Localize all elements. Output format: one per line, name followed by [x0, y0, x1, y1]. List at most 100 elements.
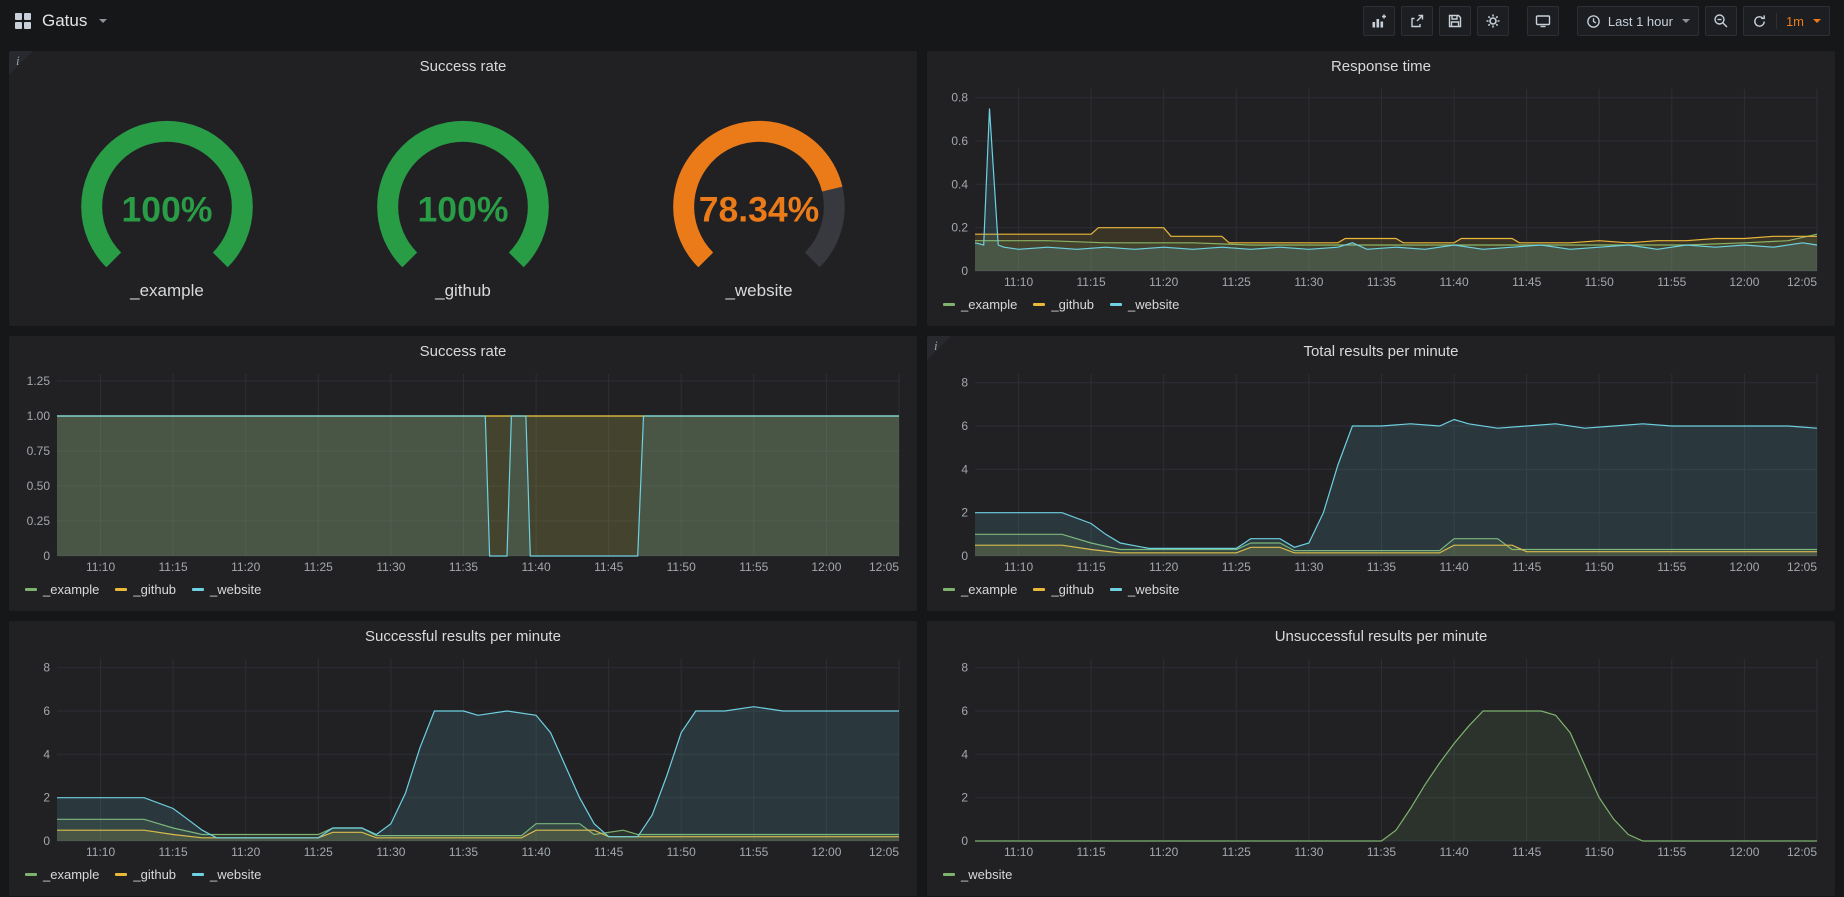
svg-text:11:25: 11:25 — [1222, 845, 1251, 859]
legend-label: _github — [133, 867, 176, 882]
chart-response-time[interactable]: 00.20.40.60.811:1011:1511:2011:2511:3011… — [937, 81, 1825, 293]
panel-title[interactable]: Success rate — [19, 51, 907, 81]
panel-grid: i Success rate 100% _example 100% _githu… — [0, 42, 1844, 897]
svg-text:11:25: 11:25 — [1222, 560, 1251, 574]
svg-text:11:50: 11:50 — [1585, 560, 1614, 574]
gauge-_example: 100% _example — [19, 102, 315, 301]
panel-title[interactable]: Successful results per minute — [19, 621, 907, 651]
legend-item-_website[interactable]: _website — [1110, 582, 1179, 597]
svg-text:8: 8 — [961, 661, 968, 675]
svg-text:0.50: 0.50 — [27, 479, 51, 493]
panel-info-corner[interactable]: i — [927, 336, 951, 360]
time-range-label: Last 1 hour — [1608, 14, 1673, 29]
legend-swatch — [25, 588, 37, 591]
gauge-row: 100% _example 100% _github 78.34% _websi… — [19, 81, 907, 321]
svg-text:12:00: 12:00 — [1729, 560, 1759, 574]
zoom-out-button[interactable] — [1705, 6, 1737, 36]
svg-text:12:05: 12:05 — [1787, 560, 1817, 574]
legend-item-_github[interactable]: _github — [115, 582, 176, 597]
legend-swatch — [943, 588, 955, 591]
legend-swatch — [1110, 303, 1122, 306]
legend-label: _github — [133, 582, 176, 597]
legend-item-_example[interactable]: _example — [25, 582, 99, 597]
svg-text:12:05: 12:05 — [1787, 845, 1817, 859]
panel-unsuccessful-results: Unsuccessful results per minute 0246811:… — [926, 620, 1836, 897]
clock-icon — [1586, 14, 1601, 29]
svg-text:11:20: 11:20 — [1149, 845, 1178, 859]
svg-text:11:15: 11:15 — [159, 845, 188, 859]
svg-text:6: 6 — [961, 419, 968, 433]
save-button[interactable] — [1439, 6, 1471, 36]
svg-text:11:35: 11:35 — [449, 845, 478, 859]
svg-text:12:00: 12:00 — [811, 845, 841, 859]
legend-item-_website[interactable]: _website — [192, 582, 261, 597]
svg-text:12:00: 12:00 — [1729, 845, 1759, 859]
panel-title[interactable]: Success rate — [19, 336, 907, 366]
legend-swatch — [192, 873, 204, 876]
svg-text:11:20: 11:20 — [231, 560, 260, 574]
refresh-controls[interactable]: 1m — [1743, 6, 1830, 36]
panel-title[interactable]: Unsuccessful results per minute — [937, 621, 1825, 651]
refresh-interval-label: 1m — [1786, 14, 1804, 29]
chart-legend: _example _github _website — [19, 578, 907, 600]
chart-legend: _example _github _website — [19, 863, 907, 885]
chart-total-results[interactable]: 0246811:1011:1511:2011:2511:3011:3511:40… — [937, 366, 1825, 578]
legend-swatch — [25, 873, 37, 876]
legend-label: _website — [961, 867, 1012, 882]
legend-item-_github[interactable]: _github — [1033, 297, 1094, 312]
legend-item-_website[interactable]: _website — [943, 867, 1012, 882]
svg-text:11:25: 11:25 — [304, 845, 333, 859]
svg-text:11:55: 11:55 — [1657, 845, 1686, 859]
legend-item-_website[interactable]: _website — [1110, 297, 1179, 312]
legend-swatch — [115, 873, 127, 876]
legend-item-_example[interactable]: _example — [943, 297, 1017, 312]
svg-text:4: 4 — [961, 747, 968, 761]
info-icon: i — [16, 53, 20, 69]
svg-text:0.25: 0.25 — [27, 514, 51, 528]
legend-label: _website — [210, 867, 261, 882]
caret-down-icon — [99, 19, 107, 23]
svg-text:11:30: 11:30 — [376, 560, 405, 574]
tv-mode-button[interactable] — [1527, 6, 1559, 36]
panel-title[interactable]: Response time — [937, 51, 1825, 81]
chart-svg: 00.250.500.751.001.2511:1011:1511:2011:2… — [19, 366, 907, 578]
svg-text:11:45: 11:45 — [1512, 845, 1541, 859]
gauge-arc: 100% — [327, 102, 599, 282]
add-panel-button[interactable] — [1363, 6, 1395, 36]
legend-item-_example[interactable]: _example — [25, 867, 99, 882]
chart-svg: 0246811:1011:1511:2011:2511:3011:3511:40… — [937, 651, 1825, 863]
legend-item-_github[interactable]: _github — [1033, 582, 1094, 597]
gauge-_github: 100% _github — [315, 102, 611, 301]
svg-text:11:45: 11:45 — [1512, 275, 1541, 289]
dashboard-title[interactable]: Gatus — [42, 11, 87, 31]
svg-text:11:20: 11:20 — [231, 845, 260, 859]
svg-text:8: 8 — [43, 661, 50, 675]
legend-label: _example — [43, 582, 99, 597]
share-button[interactable] — [1401, 6, 1433, 36]
svg-text:11:30: 11:30 — [376, 845, 405, 859]
panel-total-results: i Total results per minute 0246811:1011:… — [926, 335, 1836, 612]
gauge-label: _website — [611, 281, 907, 301]
legend-swatch — [192, 588, 204, 591]
legend-item-_example[interactable]: _example — [943, 582, 1017, 597]
legend-item-_website[interactable]: _website — [192, 867, 261, 882]
chart-success-rate[interactable]: 00.250.500.751.001.2511:1011:1511:2011:2… — [19, 366, 907, 578]
chart-successful-results[interactable]: 0246811:1011:1511:2011:2511:3011:3511:40… — [19, 651, 907, 863]
svg-text:11:10: 11:10 — [86, 560, 115, 574]
panel-success-rate-timeseries: Success rate 00.250.500.751.001.2511:101… — [8, 335, 918, 612]
svg-text:11:25: 11:25 — [1222, 275, 1251, 289]
svg-text:11:40: 11:40 — [522, 845, 551, 859]
caret-down-icon — [1813, 19, 1821, 23]
svg-text:0.2: 0.2 — [951, 221, 968, 235]
settings-button[interactable] — [1477, 6, 1509, 36]
panel-title[interactable]: Total results per minute — [937, 336, 1825, 366]
dashboard-grid-icon[interactable] — [14, 12, 32, 30]
time-range-picker[interactable]: Last 1 hour — [1577, 6, 1699, 36]
svg-text:11:55: 11:55 — [1657, 560, 1686, 574]
svg-text:11:15: 11:15 — [1077, 560, 1106, 574]
legend-item-_github[interactable]: _github — [115, 867, 176, 882]
gauge-label: _github — [315, 281, 611, 301]
chart-unsuccessful-results[interactable]: 0246811:1011:1511:2011:2511:3011:3511:40… — [937, 651, 1825, 863]
svg-text:2: 2 — [961, 506, 968, 520]
panel-info-corner[interactable]: i — [9, 51, 33, 75]
